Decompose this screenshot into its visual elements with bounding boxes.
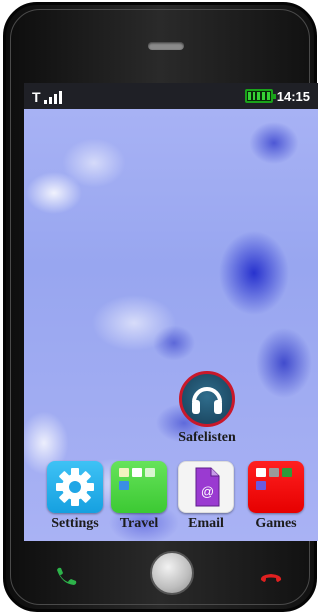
signal-strength-icon: T: [32, 88, 62, 104]
end-call-button-icon[interactable]: [258, 565, 284, 587]
svg-text:@: @: [201, 484, 214, 499]
app-travel[interactable]: Travel: [109, 461, 169, 532]
gear-icon: [47, 461, 103, 513]
phone-frame: T 14:15 Safelisten Settings Travel @ Ema…: [3, 2, 318, 612]
travel-grid-icon: [111, 461, 167, 513]
app-label: Email: [188, 516, 224, 531]
app-safelisten[interactable]: Safelisten: [172, 371, 242, 446]
headphones-icon: [179, 371, 235, 427]
home-button[interactable]: [150, 551, 194, 595]
app-label: Games: [255, 516, 297, 531]
email-document-icon: @: [178, 461, 234, 513]
app-label: Settings: [51, 516, 99, 531]
app-label: Travel: [119, 516, 159, 531]
call-button-icon[interactable]: [54, 565, 80, 587]
app-email[interactable]: @ Email: [176, 461, 236, 532]
games-grid-icon: [248, 461, 304, 513]
status-clock: 14:15: [276, 88, 310, 104]
earpiece-speaker: [148, 42, 184, 50]
phone-screen: T 14:15 Safelisten Settings Travel @ Ema…: [24, 83, 318, 541]
app-settings[interactable]: Settings: [42, 461, 108, 532]
app-games[interactable]: Games: [246, 461, 306, 532]
status-bar: T 14:15: [24, 83, 318, 109]
network-letter: T: [32, 89, 41, 105]
battery-icon: [244, 89, 276, 103]
app-label: Safelisten: [178, 430, 236, 445]
